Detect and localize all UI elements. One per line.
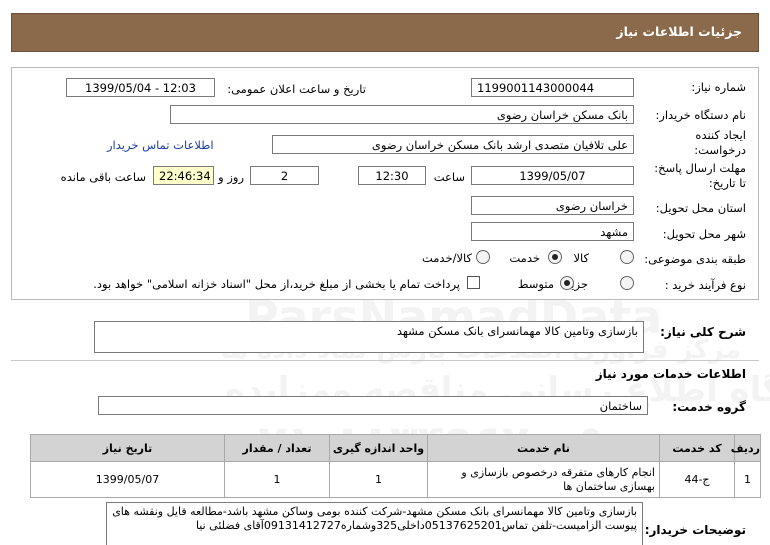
buyer-org-field: بانک مسکن خراسان رضوی	[170, 105, 634, 124]
col-header-need-date: تاریخ نیاز	[30, 434, 225, 462]
cell-service-code: ج-44	[659, 461, 735, 498]
service-group-field: ساختمان	[98, 396, 648, 415]
deadline-label: مهلت ارسال پاسخ:	[654, 161, 746, 175]
purchase-option-medium: متوسط	[517, 277, 554, 291]
cell-service-name: انجام کارهای متفرقه درخصوص بازسازی و بهس…	[427, 461, 660, 498]
city-field: مشهد	[471, 222, 634, 241]
remaining-time-label: ساعت باقی مانده	[60, 170, 146, 184]
category-label: طبقه بندی موضوعی:	[644, 252, 746, 266]
category-radio-goods[interactable]	[620, 250, 634, 264]
buyer-org-label: نام دستگاه خریدار:	[655, 108, 746, 122]
category-option-goods-service: کالا/خدمت	[421, 251, 472, 265]
col-header-quantity: تعداد / مقدار	[224, 434, 330, 462]
category-radio-goods-service[interactable]	[476, 250, 490, 264]
cell-unit: 1	[329, 461, 428, 498]
province-label: استان محل تحویل:	[655, 201, 746, 215]
city-label: شهر محل تحویل:	[662, 227, 746, 241]
treasury-payment-note: پرداخت تمام یا بخشی از مبلغ خرید،از محل …	[93, 277, 460, 291]
title-bar: جزئیات اطلاعات نیاز	[11, 13, 759, 52]
cell-quantity: 1	[224, 461, 330, 498]
section-divider	[11, 360, 759, 361]
treasury-payment-checkbox[interactable]	[467, 276, 480, 289]
col-header-service-code: کد خدمت	[659, 434, 735, 462]
summary-label: شرح کلی نیاز:	[660, 325, 746, 339]
table-row: 1 ج-44 انجام کارهای متفرقه درخصوص بازساز…	[30, 461, 761, 498]
col-header-service-name: نام خدمت	[427, 434, 660, 462]
services-table: ردیف کد خدمت نام خدمت واحد اندازه گیری ت…	[30, 434, 761, 498]
requester-field: علی تلافیان متصدی ارشد بانک مسکن خراسان …	[272, 135, 634, 154]
purchase-radio-minor[interactable]	[620, 276, 634, 290]
deadline-time-label: ساعت	[433, 170, 465, 184]
requester-label: ایجاد کننده	[695, 128, 746, 142]
services-section-title: اطلاعات خدمات مورد نیاز	[595, 367, 746, 381]
purchase-radio-medium[interactable]	[560, 276, 574, 290]
buyer-notes-label: توضیحات خریدار:	[644, 523, 746, 537]
need-number-label: شماره نیاز:	[691, 80, 746, 94]
category-radio-service[interactable]	[548, 250, 562, 264]
service-group-label: گروه خدمت:	[672, 400, 746, 414]
deadline-date-field: 1399/05/07	[471, 166, 634, 185]
summary-field: بازسازی وتامین کالا مهمانسرای بانک مسکن …	[94, 321, 644, 353]
requester-label-2: درخواست:	[694, 143, 746, 157]
announce-date-label: تاریخ و ساعت اعلان عمومی:	[227, 82, 366, 96]
remaining-days-field: 2	[250, 166, 319, 185]
col-header-row-number: ردیف	[731, 434, 761, 462]
announce-date-field: 1399/05/04 - 12:03	[66, 78, 215, 97]
category-option-service: خدمت	[509, 251, 540, 265]
services-table-wrapper: ردیف کد خدمت نام خدمت واحد اندازه گیری ت…	[30, 434, 761, 498]
buyer-notes-field: بازسازی وتامین کالا مهمانسرای بانک مسکن …	[106, 502, 643, 545]
remaining-time-field: 22:46:34	[153, 166, 214, 185]
category-option-goods: کالا	[573, 251, 589, 265]
col-header-unit: واحد اندازه گیری	[329, 434, 428, 462]
province-field: خراسان رضوی	[471, 196, 634, 215]
table-header-row: ردیف کد خدمت نام خدمت واحد اندازه گیری ت…	[30, 434, 761, 462]
days-label: روز و	[218, 170, 244, 184]
need-number-field: 1199001143000044	[471, 78, 634, 97]
deadline-time-field: 12:30	[358, 166, 426, 185]
page-title: جزئیات اطلاعات نیاز	[616, 24, 742, 39]
purchase-type-label: نوع فرآیند خرید :	[664, 278, 746, 292]
buyer-contact-link[interactable]: اطلاعات تماس خریدار	[107, 138, 214, 152]
cell-row-number: 1	[734, 461, 761, 498]
deadline-label-2: تا تاریخ:	[708, 176, 746, 190]
cell-need-date: 1399/05/07	[30, 461, 225, 498]
